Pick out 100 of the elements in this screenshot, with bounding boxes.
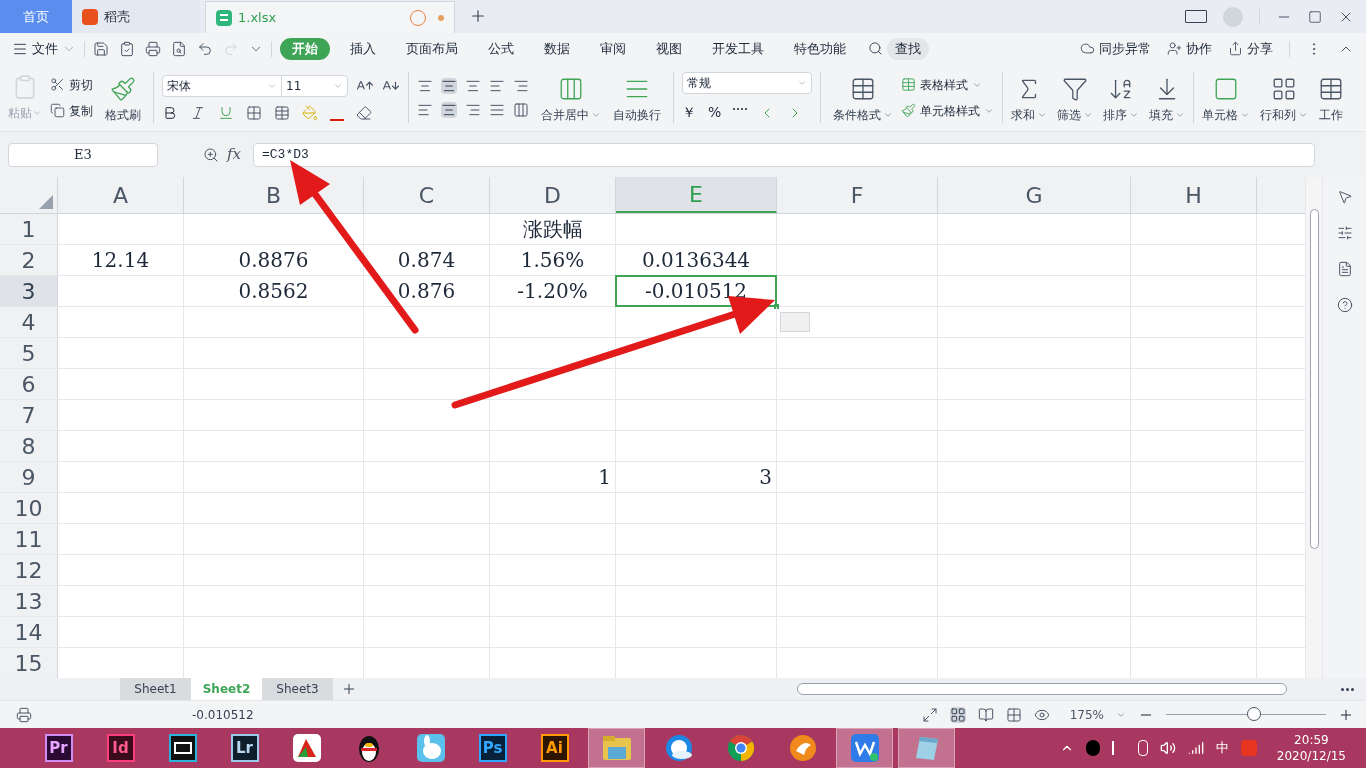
fill-color-icon[interactable] bbox=[302, 104, 318, 121]
column-header[interactable]: H bbox=[1131, 177, 1257, 213]
clear-icon[interactable] bbox=[356, 104, 372, 121]
signal-icon[interactable] bbox=[1187, 740, 1204, 756]
vertical-scrollbar[interactable] bbox=[1309, 209, 1319, 549]
italic-icon[interactable] bbox=[190, 104, 206, 121]
name-box[interactable]: E3 bbox=[8, 142, 158, 167]
bold-icon[interactable] bbox=[162, 104, 178, 121]
taskbar-button[interactable]: Ps bbox=[464, 728, 521, 768]
row-header[interactable]: 8 bbox=[0, 431, 58, 461]
ribbon-tab[interactable]: 开发工具 bbox=[704, 38, 772, 59]
sync-button[interactable]: 同步异常 bbox=[1099, 38, 1151, 59]
filter-button[interactable]: 筛选 bbox=[1053, 71, 1097, 124]
row-header[interactable]: 2 bbox=[0, 245, 58, 275]
new-tab-icon[interactable] bbox=[469, 7, 487, 25]
percent-button[interactable]: % bbox=[708, 102, 722, 123]
save-icon[interactable] bbox=[93, 40, 109, 57]
ribbon-tab[interactable]: 数据 bbox=[536, 38, 578, 59]
wrap-text-button[interactable]: 自动换行 bbox=[609, 71, 665, 124]
macro-icon[interactable] bbox=[16, 706, 32, 723]
zoom-dropdown[interactable]: 175% bbox=[1069, 705, 1104, 724]
cell-format-icon[interactable] bbox=[274, 104, 290, 121]
search-icon[interactable] bbox=[868, 41, 883, 56]
worksheet-button[interactable]: 工作 bbox=[1314, 71, 1348, 124]
share-button[interactable]: 分享 bbox=[1247, 38, 1273, 59]
maximize-icon[interactable] bbox=[1308, 9, 1322, 24]
zoom-slider-thumb[interactable] bbox=[1247, 707, 1261, 721]
volume-icon[interactable] bbox=[1159, 740, 1176, 756]
row-header[interactable]: 9 bbox=[0, 462, 58, 492]
file-menu[interactable]: 文件 bbox=[32, 38, 58, 59]
ribbon-tab[interactable]: 公式 bbox=[480, 38, 522, 59]
format-painter-button[interactable]: 格式刷 bbox=[101, 71, 145, 124]
ribbon-tab[interactable]: 特色功能 bbox=[786, 38, 854, 59]
row-header[interactable]: 15 bbox=[0, 648, 58, 678]
taskbar-button[interactable]: Ai bbox=[526, 728, 583, 768]
cell-style-button[interactable]: 单元格样式 bbox=[920, 101, 980, 120]
add-sheet-icon[interactable] bbox=[341, 681, 357, 697]
select-icon[interactable] bbox=[1336, 189, 1353, 205]
scissors-icon[interactable] bbox=[50, 77, 65, 92]
battery-icon[interactable] bbox=[1137, 740, 1148, 756]
output-icon[interactable] bbox=[119, 40, 135, 57]
horizontal-scrollbar[interactable] bbox=[797, 683, 1287, 695]
document-icon[interactable] bbox=[1336, 261, 1353, 277]
row-header[interactable]: 1 bbox=[0, 214, 58, 244]
copy-button[interactable]: 复制 bbox=[69, 101, 93, 120]
sum-button[interactable]: 求和 bbox=[1007, 71, 1051, 124]
document-tab[interactable]: 稻壳 bbox=[72, 0, 200, 33]
table-style-button[interactable]: 表格样式 bbox=[920, 75, 968, 94]
cell-style-icon[interactable] bbox=[901, 103, 916, 118]
distribute-icon[interactable] bbox=[513, 101, 529, 118]
row-header[interactable]: 14 bbox=[0, 617, 58, 647]
window-count-icon[interactable] bbox=[1185, 10, 1207, 23]
sort-button[interactable]: 排序 bbox=[1099, 71, 1143, 124]
zoom-icon[interactable] bbox=[203, 146, 219, 163]
ribbon-tab[interactable]: 审阅 bbox=[592, 38, 634, 59]
copy-icon[interactable] bbox=[50, 103, 65, 118]
row-header[interactable]: 7 bbox=[0, 400, 58, 430]
preview-icon[interactable] bbox=[171, 40, 187, 57]
merge-center-button[interactable]: 合并居中 bbox=[537, 71, 605, 124]
ribbon-tab[interactable]: 页面布局 bbox=[398, 38, 466, 59]
row-header[interactable]: 5 bbox=[0, 338, 58, 368]
row-header[interactable]: 3 bbox=[0, 276, 58, 306]
collaborate-button[interactable]: 协作 bbox=[1186, 38, 1212, 59]
align-middle-icon[interactable] bbox=[441, 77, 457, 94]
column-header[interactable]: A bbox=[58, 177, 184, 213]
normal-view-icon[interactable] bbox=[949, 706, 966, 723]
help-icon[interactable] bbox=[1336, 297, 1353, 313]
input-method-icon[interactable]: 中 bbox=[1215, 738, 1229, 758]
taskbar-button[interactable]: Pr bbox=[30, 728, 87, 768]
align-center-icon[interactable] bbox=[441, 101, 457, 118]
number-format-dropdown[interactable]: 常规 bbox=[682, 72, 812, 94]
border-icon[interactable] bbox=[246, 104, 262, 121]
more-icon[interactable] bbox=[1341, 687, 1354, 691]
column-header[interactable]: F bbox=[777, 177, 938, 213]
row-header[interactable]: 6 bbox=[0, 369, 58, 399]
font-dropdown[interactable]: 宋体 bbox=[163, 75, 281, 96]
cloud-icon[interactable] bbox=[1080, 41, 1095, 56]
cut-button[interactable]: 剪切 bbox=[69, 75, 93, 94]
page-view-icon[interactable] bbox=[977, 706, 994, 723]
function-button[interactable]: fx bbox=[227, 143, 241, 166]
add-user-icon[interactable] bbox=[1167, 41, 1182, 56]
rows-columns-button[interactable]: 行和列 bbox=[1256, 71, 1312, 124]
split-view-icon[interactable] bbox=[1005, 706, 1022, 723]
print-icon[interactable] bbox=[145, 40, 161, 57]
undo-icon[interactable] bbox=[197, 40, 213, 57]
row-header[interactable]: 4 bbox=[0, 307, 58, 337]
column-header[interactable]: G bbox=[938, 177, 1131, 213]
taskbar-button[interactable]: Id bbox=[92, 728, 149, 768]
ribbon-tab[interactable]: 插入 bbox=[342, 38, 384, 59]
sheet-tab[interactable]: Sheet3 bbox=[262, 678, 333, 700]
row-header[interactable]: 12 bbox=[0, 555, 58, 585]
formula-field[interactable]: =C3*D3 bbox=[253, 142, 1315, 167]
taskbar-button[interactable]: Lr bbox=[216, 728, 273, 768]
font-size-dropdown[interactable]: 11 bbox=[281, 75, 347, 96]
fill-button[interactable]: 填充 bbox=[1145, 71, 1189, 124]
share-icon[interactable] bbox=[1228, 41, 1243, 56]
ribbon-tab[interactable]: 视图 bbox=[648, 38, 690, 59]
clock[interactable]: 20:59 2020/12/15 bbox=[1276, 732, 1346, 764]
row-header[interactable]: 13 bbox=[0, 586, 58, 616]
fullscreen-icon[interactable] bbox=[921, 706, 938, 723]
